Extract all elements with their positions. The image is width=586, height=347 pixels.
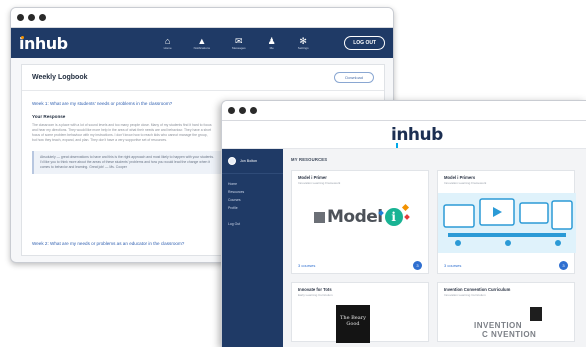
resource-card[interactable]: Model i Primer Innovation Learning Frame… [291,170,429,274]
window-minimize-dot[interactable] [239,107,246,114]
resource-cards: Model i Primer Innovation Learning Frame… [291,170,579,343]
nav-home[interactable]: ⌂ Home [164,36,172,50]
invention-convention-logo: INVENTION C NVENTION [470,305,550,343]
card-title: Model i Primers [444,175,476,180]
response-text: The classroom is a place with a lot of s… [32,123,212,142]
card-subtitle: Early Learning Curriculum [298,293,333,297]
nav-messages-label: Messages [231,46,246,50]
card-count-badge: 3 [413,261,422,270]
feedback-quote: Absolutely — great observations to have … [32,151,222,174]
me-icon: ♟ [267,36,276,46]
user-profile[interactable]: Jon Bolton [222,157,283,174]
card-courses-link[interactable]: 3 courses [298,263,315,268]
download-button[interactable]: Download [334,72,374,83]
window-titlebar [11,8,393,28]
card-title: Innovate for Tots [298,287,332,292]
model-logo-word: Model [327,207,383,227]
nav-messages[interactable]: ✉ Messages [232,36,246,50]
sidebar-menu: Home Resources Courses Profile Log Out [222,174,283,226]
resources-window: inhub Jon Bolton Home Resources Courses … [221,100,586,347]
nav-me[interactable]: ♟ Me [268,36,276,50]
avatar [228,157,236,165]
sidebar-item-courses[interactable]: Courses [228,198,277,202]
lightbulb-icon [530,307,542,321]
user-name: Jon Bolton [240,159,257,163]
window-close-dot[interactable] [17,14,24,21]
card-title: Invention Convention Curriculum [444,287,511,292]
sidebar-item-resources[interactable]: Resources [228,190,277,194]
notifications-icon: ▲ [197,36,207,46]
page-title: Weekly Logbook [32,74,88,81]
screenshot-stage: inhub ⌂ Home ▲ Notifications ✉ Messages … [0,0,586,347]
resource-card[interactable]: Innovate for Tots Early Learning Curricu… [291,282,429,343]
resource-card[interactable]: Model i Primers Innovation Learning Fram… [437,170,576,274]
resource-card[interactable]: Invention Convention Curriculum Innovati… [437,282,575,342]
nav-settings[interactable]: ✻ Settings [298,36,309,50]
front-body: Jon Bolton Home Resources Courses Profil… [222,149,586,347]
nav-icons: ⌂ Home ▲ Notifications ✉ Messages ♟ Me ✻ [164,36,309,50]
logout-button[interactable]: LOG OUT [344,36,385,50]
week2-prompt-link[interactable]: Week 2: What are my needs or problems as… [32,241,184,246]
settings-icon: ✻ [299,36,307,46]
book-cover-image: The Beary Good [336,305,370,343]
primers-illustration [438,193,576,253]
window-close-dot[interactable] [228,107,235,114]
nav-home-label: Home [163,46,172,50]
model-square-icon [314,211,325,223]
card-title: Model i Primer [298,175,327,180]
window-minimize-dot[interactable] [28,14,35,21]
logo-line-1: INVENTION [474,321,523,330]
section-heading: MY RESOURCES [291,157,328,162]
nav-me-label: Me [269,46,274,50]
model-i-logo: Model i [314,203,410,227]
logo-line-2: C NVENTION [482,330,537,339]
front-header: inhub [222,121,586,149]
top-navbar: inhub ⌂ Home ▲ Notifications ✉ Messages … [11,28,393,58]
nav-settings-label: Settings [297,46,309,50]
card-courses-link[interactable]: 3 courses [444,263,461,268]
card-count-badge: 3 [559,261,568,270]
sidebar-item-profile[interactable]: Profile [228,206,277,210]
card-subtitle: Innovation Learning Curriculum [444,293,486,297]
resources-main: MY RESOURCES Model i Primer Innovation L… [283,149,586,347]
inhub-logo-front[interactable]: inhub [391,125,443,145]
messages-icon: ✉ [235,36,243,46]
card-subtitle: Innovation Learning Framework [298,181,341,185]
sidebar: Jon Bolton Home Resources Courses Profil… [222,149,283,347]
sidebar-item-home[interactable]: Home [228,182,277,186]
window-maximize-dot[interactable] [250,107,257,114]
card-subtitle: Innovation Learning Framework [444,181,487,185]
model-i-icon: i [377,203,410,226]
home-icon: ⌂ [164,36,171,46]
window-titlebar-front [222,101,586,121]
logo-accent-bar [396,143,398,148]
nav-notifications[interactable]: ▲ Notifications [194,36,210,50]
logbook-header: Weekly Logbook Download [22,65,384,91]
sidebar-item-logout[interactable]: Log Out [228,222,277,226]
inhub-logo[interactable]: inhub [19,34,68,53]
nav-notifications-label: Notifications [193,46,210,50]
window-maximize-dot[interactable] [39,14,46,21]
